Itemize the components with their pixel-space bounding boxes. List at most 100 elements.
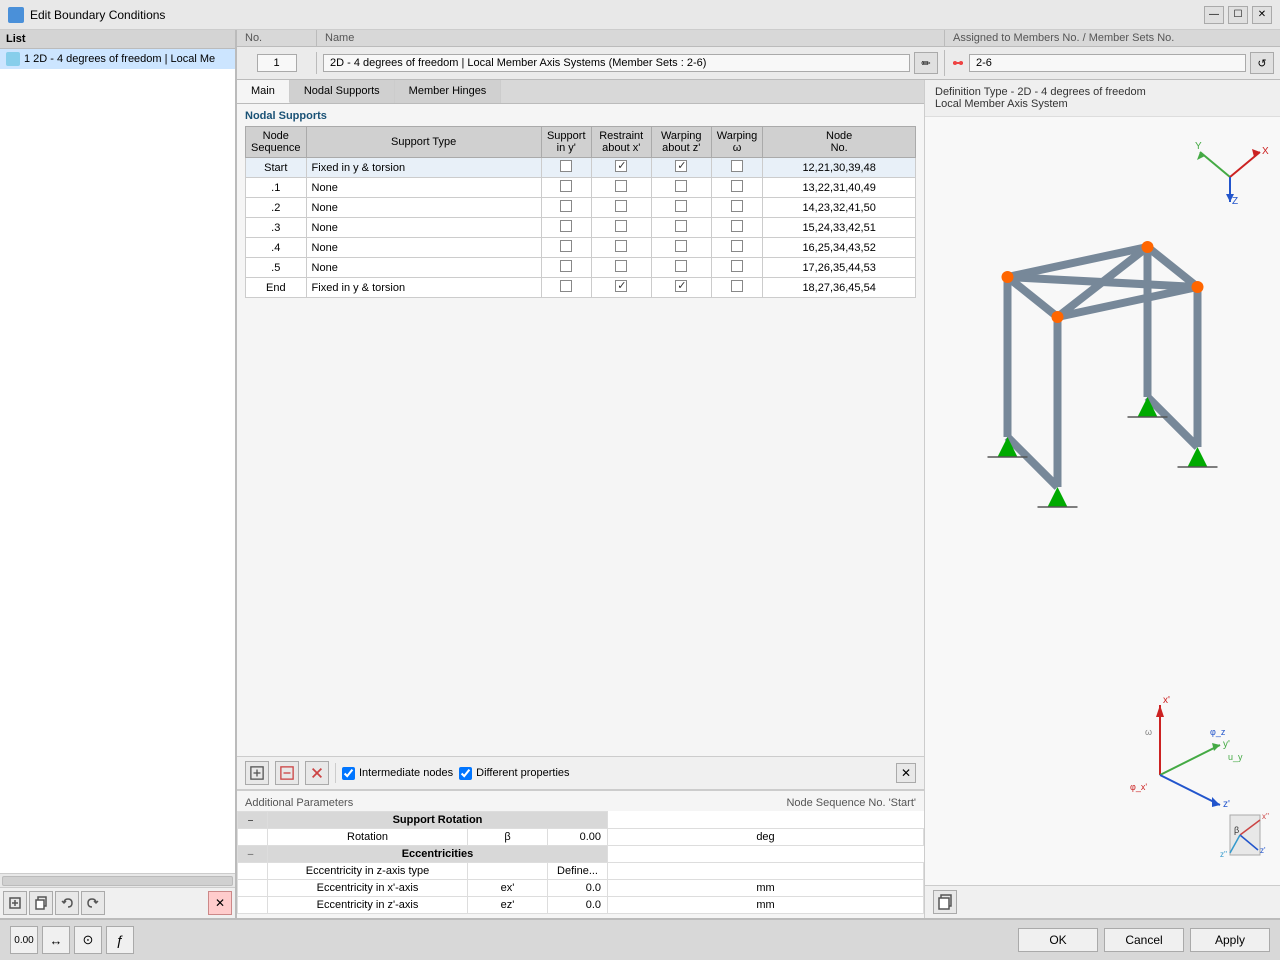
formula-button[interactable]: ƒ [106, 926, 134, 954]
table-toolbar: Intermediate nodes Different properties … [237, 756, 924, 790]
name-edit-button[interactable]: ✏ [914, 52, 938, 74]
right-panel: No. Name Assigned to Members No. / Membe… [237, 30, 1280, 918]
svg-text:X: X [1262, 146, 1269, 157]
close-button[interactable]: ✕ [1252, 6, 1272, 24]
svg-text:φ_z: φ_z [1210, 727, 1226, 737]
eccentricities-header-row: – Eccentricities [238, 846, 924, 863]
svg-text:z': z' [1260, 846, 1266, 855]
warping-omega-cell[interactable] [711, 258, 763, 278]
support-y-cell[interactable] [541, 158, 591, 178]
warping-omega-cell[interactable] [711, 178, 763, 198]
minimize-button[interactable]: — [1204, 6, 1224, 24]
intermediate-nodes-checkbox[interactable] [342, 767, 355, 780]
toolbar-clear-button[interactable] [305, 761, 329, 785]
restraint-x-cell[interactable] [591, 278, 651, 298]
restraint-x-cell[interactable] [591, 178, 651, 198]
list-scroll-area[interactable]: 1 2D - 4 degrees of freedom | Local Me [0, 49, 235, 873]
restraint-x-cell[interactable] [591, 158, 651, 178]
warping-omega-cell[interactable] [711, 158, 763, 178]
restraint-x-cell[interactable] [591, 218, 651, 238]
type-cell: None [306, 218, 541, 238]
seq-cell: .1 [246, 178, 307, 198]
tab-main[interactable]: Main [237, 80, 290, 103]
warping-z-cell[interactable] [651, 238, 711, 258]
svg-text:ω: ω [1145, 727, 1152, 737]
diagram-copy-button[interactable] [933, 890, 957, 914]
node-no-cell: 15,24,33,42,51 [763, 218, 916, 238]
restraint-x-cell[interactable] [591, 238, 651, 258]
apply-button[interactable]: Apply [1190, 928, 1270, 952]
support-y-cell[interactable] [541, 218, 591, 238]
assigned-input[interactable] [969, 54, 1246, 72]
different-properties-checkbox[interactable] [459, 767, 472, 780]
diagram-header: Definition Type - 2D - 4 degrees of free… [925, 80, 1280, 117]
warping-z-cell[interactable] [651, 178, 711, 198]
name-input[interactable] [323, 54, 910, 72]
copy-item-button[interactable] [29, 891, 53, 915]
support-y-cell[interactable] [541, 238, 591, 258]
restraint-x-cell[interactable] [591, 198, 651, 218]
different-properties-checkbox-label[interactable]: Different properties [459, 767, 569, 780]
delete-item-button[interactable]: ✕ [208, 891, 232, 915]
main-window: Edit Boundary Conditions — ☐ ✕ List 1 2D… [0, 0, 1280, 960]
table-row: StartFixed in y & torsion12,21,30,39,48 [246, 158, 916, 178]
toolbar-delete-button[interactable] [275, 761, 299, 785]
unit-settings-button[interactable]: ↔ [42, 926, 70, 954]
assigned-edit-button[interactable]: ↺ [1250, 52, 1274, 74]
copy-diagram-icon [937, 894, 953, 910]
warping-omega-cell[interactable] [711, 278, 763, 298]
warping-z-cell[interactable] [651, 258, 711, 278]
add-item-button[interactable] [3, 891, 27, 915]
diagram-area: Y X Z [925, 117, 1280, 885]
warping-z-cell[interactable] [651, 278, 711, 298]
window-title: Edit Boundary Conditions [30, 8, 1204, 22]
redo-item-button[interactable] [81, 891, 105, 915]
support-rotation-expand[interactable]: – [248, 815, 254, 826]
params-table: – Support Rotation Rotation β [237, 811, 924, 914]
toolbar-close-button[interactable]: ✕ [896, 763, 916, 783]
support-y-cell[interactable] [541, 258, 591, 278]
toolbar-add-button[interactable] [245, 761, 269, 785]
node-no-cell: 13,22,31,40,49 [763, 178, 916, 198]
support-y-cell[interactable] [541, 178, 591, 198]
ok-button[interactable]: OK [1018, 928, 1098, 952]
warping-z-cell[interactable] [651, 218, 711, 238]
name-label: Name [317, 30, 945, 46]
view-button[interactable]: ⊙ [74, 926, 102, 954]
warping-z-cell[interactable] [651, 198, 711, 218]
type-cell: Fixed in y & torsion [306, 278, 541, 298]
warping-omega-cell[interactable] [711, 218, 763, 238]
node-no-cell: 12,21,30,39,48 [763, 158, 916, 178]
list-footer: ✕ [0, 887, 235, 918]
params-header: Additional Parameters Node Sequence No. … [237, 795, 924, 811]
intermediate-nodes-checkbox-label[interactable]: Intermediate nodes [342, 767, 453, 780]
warping-omega-cell[interactable] [711, 238, 763, 258]
restraint-x-cell[interactable] [591, 258, 651, 278]
decimal-places-button[interactable]: 0.00 [10, 926, 38, 954]
warping-z-cell[interactable] [651, 158, 711, 178]
tab-nodal-supports[interactable]: Nodal Supports [290, 80, 395, 103]
delete-row-icon [280, 766, 294, 780]
support-y-cell[interactable] [541, 198, 591, 218]
col-restraint-x: Restraintabout x' [591, 127, 651, 158]
clear-icon [310, 766, 324, 780]
ecc-z-value: Define... [548, 863, 608, 880]
type-cell: None [306, 258, 541, 278]
no-input[interactable] [257, 54, 297, 72]
rotation-label: Rotation [268, 829, 468, 846]
col-support-y: Supportin y' [541, 127, 591, 158]
tab-bar: Main Nodal Supports Member Hinges [237, 80, 924, 104]
maximize-button[interactable]: ☐ [1228, 6, 1248, 24]
list-item[interactable]: 1 2D - 4 degrees of freedom | Local Me [0, 49, 235, 69]
cancel-button[interactable]: Cancel [1104, 928, 1184, 952]
tab-member-hinges[interactable]: Member Hinges [395, 80, 502, 103]
rotation-symbol: β [468, 829, 548, 846]
svg-text:φ_x': φ_x' [1130, 782, 1147, 792]
ecc-z2-unit: mm [608, 897, 924, 914]
undo-item-button[interactable] [55, 891, 79, 915]
warping-omega-cell[interactable] [711, 198, 763, 218]
seq-cell: Start [246, 158, 307, 178]
node-no-cell: 16,25,34,43,52 [763, 238, 916, 258]
eccentricities-expand[interactable]: – [248, 849, 254, 860]
support-y-cell[interactable] [541, 278, 591, 298]
